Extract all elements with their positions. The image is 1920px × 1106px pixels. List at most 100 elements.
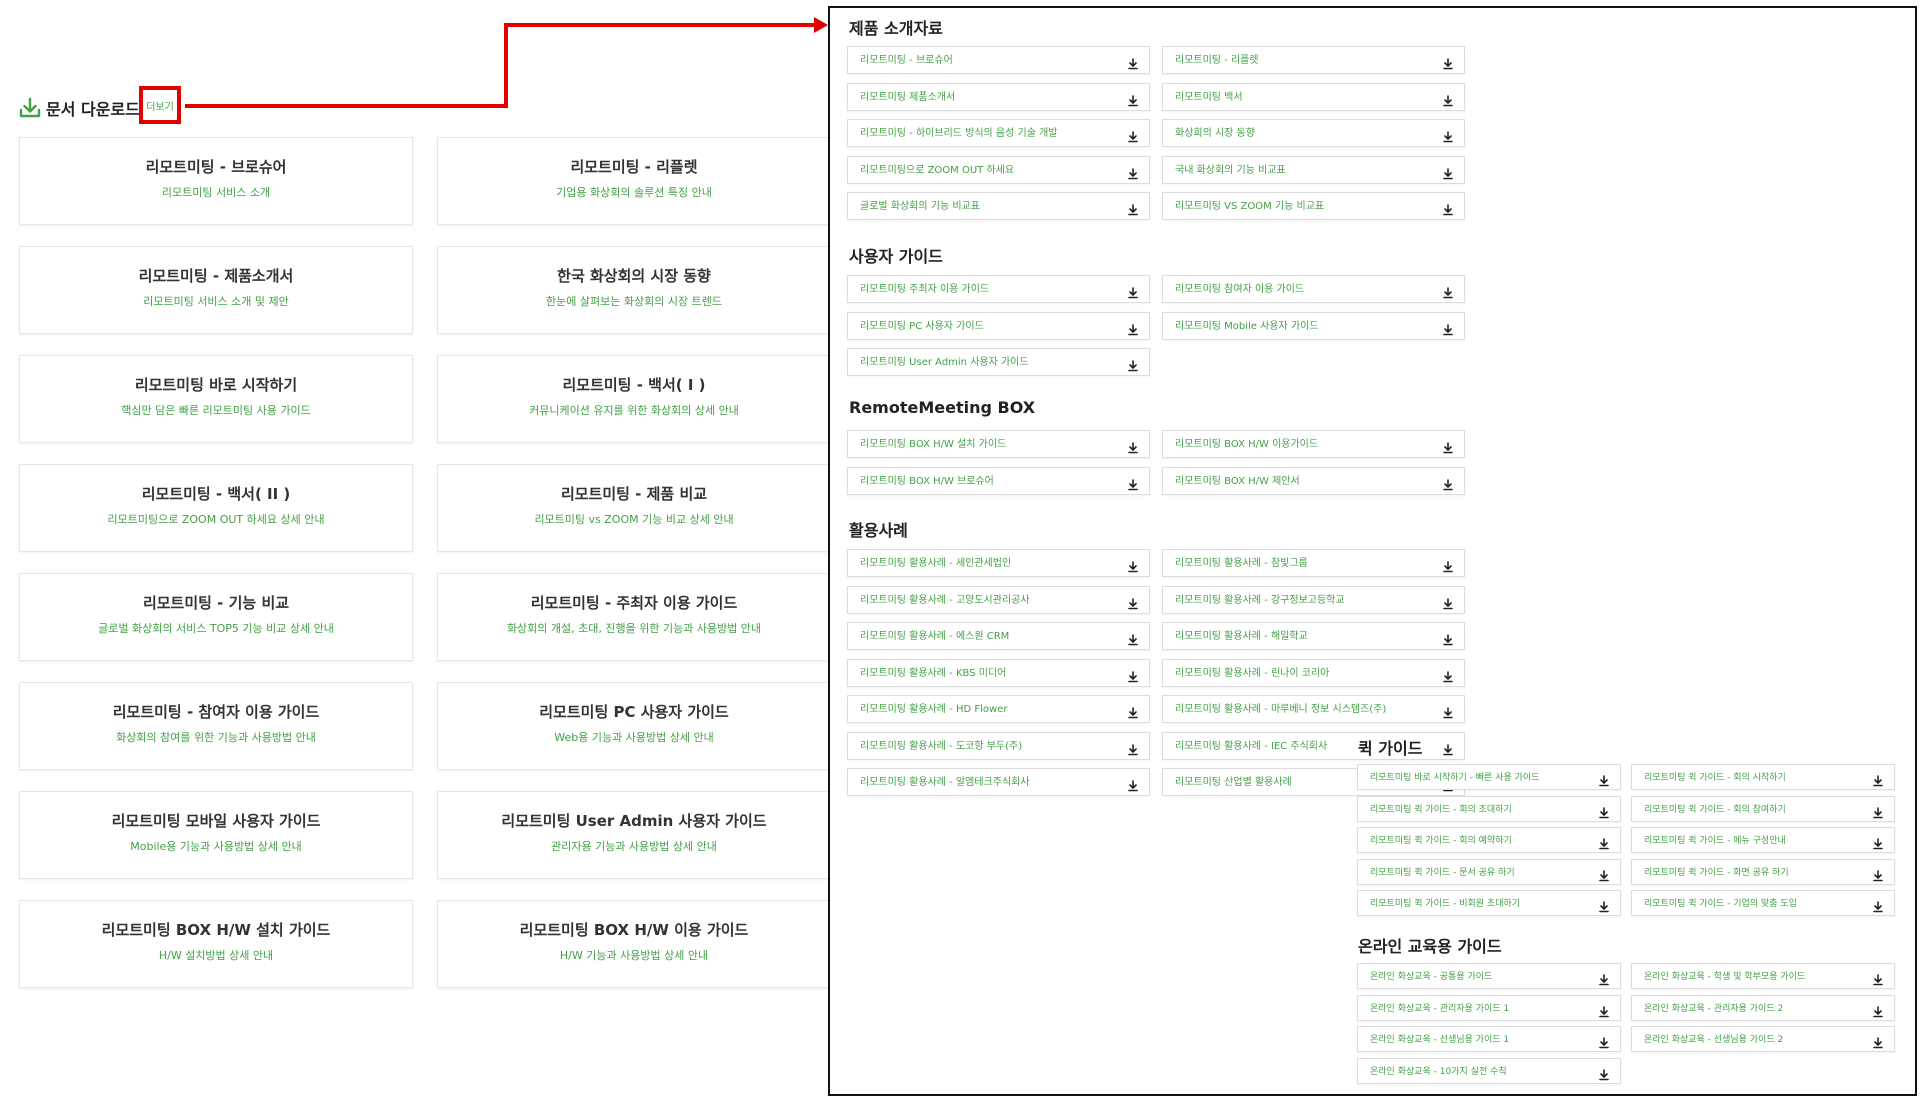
download-icon[interactable] bbox=[1442, 704, 1454, 719]
download-icon[interactable] bbox=[1872, 971, 1884, 986]
download-item[interactable]: 리모트미팅 User Admin 사용자 가이드 bbox=[847, 348, 1150, 376]
download-icon[interactable] bbox=[1442, 321, 1454, 335]
download-icon[interactable] bbox=[1872, 835, 1884, 850]
download-icon[interactable] bbox=[1598, 1003, 1610, 1017]
download-item[interactable]: 리모트미팅 Mobile 사용자 가이드 bbox=[1162, 311, 1465, 340]
download-icon[interactable] bbox=[1442, 165, 1454, 179]
download-item[interactable]: 리모트미팅 활용사례 - 해밀학교 bbox=[1162, 622, 1465, 650]
download-item[interactable]: 온라인 화상교육 - 10가지 실전 수칙 bbox=[1357, 1057, 1621, 1084]
download-icon[interactable] bbox=[1598, 1034, 1610, 1049]
download-icon[interactable] bbox=[1442, 668, 1454, 682]
download-icon[interactable] bbox=[1127, 165, 1139, 179]
download-icon[interactable] bbox=[1127, 558, 1139, 573]
download-icon[interactable] bbox=[1127, 595, 1139, 609]
download-item[interactable]: 리모트미팅 활용사례 - 강구정보고등학교 bbox=[1162, 585, 1465, 614]
download-item[interactable]: 리모트미팅 BOX H/W 제안서 bbox=[1162, 466, 1465, 495]
download-icon[interactable] bbox=[1442, 128, 1454, 143]
download-item[interactable]: 리모트미팅 - 리플렛 bbox=[1162, 46, 1465, 74]
download-item[interactable]: 리모트미팅 활용사례 - HD Flower bbox=[847, 695, 1150, 723]
download-item[interactable]: 리모트미팅 퀵 가이드 - 회의 예약하기 bbox=[1357, 827, 1621, 853]
download-item[interactable]: 온라인 화상교육 - 선생님용 가이드 2 bbox=[1631, 1026, 1895, 1052]
download-item[interactable]: 온라인 화상교육 - 관리자용 가이드 2 bbox=[1631, 994, 1895, 1021]
download-icon[interactable] bbox=[1442, 558, 1454, 573]
download-icon[interactable] bbox=[1127, 55, 1139, 70]
download-icon[interactable] bbox=[1442, 741, 1454, 755]
download-item[interactable]: 리모트미팅 활용사례 - 마루베니 정보 시스템즈(주) bbox=[1162, 695, 1465, 723]
download-icon[interactable] bbox=[1442, 92, 1454, 106]
download-item[interactable]: 글로벌 화상회의 기능 비교표 bbox=[847, 192, 1150, 220]
download-item[interactable]: 리모트미팅 활용사례 - 참빛그룹 bbox=[1162, 549, 1465, 577]
download-item[interactable]: 리모트미팅 퀵 가이드 - 문서 공유 하기 bbox=[1357, 858, 1621, 885]
download-item[interactable]: 리모트미팅 PC 사용자 가이드 bbox=[847, 311, 1150, 340]
download-item[interactable]: 리모트미팅 활용사례 - 고양도시관리공사 bbox=[847, 585, 1150, 614]
download-item[interactable]: 온라인 화상교육 - 선생님용 가이드 1 bbox=[1357, 1026, 1621, 1052]
download-item[interactable]: 리모트미팅 제품소개서 bbox=[847, 82, 1150, 111]
download-icon[interactable] bbox=[1127, 439, 1139, 454]
download-item[interactable]: 리모트미팅 - 브로슈어 bbox=[847, 46, 1150, 74]
download-icon[interactable] bbox=[1127, 321, 1139, 335]
download-icon[interactable] bbox=[1127, 741, 1139, 755]
download-icon[interactable] bbox=[1127, 284, 1139, 299]
download-icon[interactable] bbox=[1127, 777, 1139, 792]
download-icon[interactable] bbox=[1598, 835, 1610, 850]
download-icon[interactable] bbox=[1127, 668, 1139, 682]
download-icon[interactable] bbox=[1872, 1003, 1884, 1017]
download-item-label: 리모트미팅 활용사례 - 도코항 부두(주) bbox=[860, 740, 1023, 752]
download-icon[interactable] bbox=[1442, 631, 1454, 646]
download-icon[interactable] bbox=[1872, 898, 1884, 913]
download-item[interactable]: 리모트미팅 퀵 가이드 - 기업의 맞춤 도입 bbox=[1631, 890, 1895, 916]
download-item[interactable]: 리모트미팅 BOX H/W 설치 가이드 bbox=[847, 430, 1150, 458]
download-item[interactable]: 리모트미팅 퀵 가이드 - 메뉴 구성안내 bbox=[1631, 827, 1895, 853]
download-icon[interactable] bbox=[1442, 595, 1454, 609]
download-icon[interactable] bbox=[1127, 704, 1139, 719]
download-icon[interactable] bbox=[1872, 1034, 1884, 1049]
download-item[interactable]: 리모트미팅 - 하이브리드 방식의 음성 기술 개발 bbox=[847, 119, 1150, 147]
download-item[interactable]: 리모트미팅 백서 bbox=[1162, 82, 1465, 111]
download-item[interactable]: 리모트미팅 활용사례 - 에스원 CRM bbox=[847, 622, 1150, 650]
download-item[interactable]: 리모트미팅 활용사례 - 린나이 코리아 bbox=[1162, 658, 1465, 687]
download-item[interactable]: 리모트미팅 BOX H/W 브로슈어 bbox=[847, 466, 1150, 495]
download-item[interactable]: 리모트미팅 퀵 가이드 - 화면 공유 하기 bbox=[1631, 858, 1895, 885]
download-item[interactable]: 리모트미팅 참여자 이용 가이드 bbox=[1162, 275, 1465, 303]
download-item[interactable]: 화상회의 시장 동향 bbox=[1162, 119, 1465, 147]
download-icon[interactable] bbox=[1442, 201, 1454, 216]
download-icon[interactable] bbox=[1127, 631, 1139, 646]
download-icon[interactable] bbox=[1872, 867, 1884, 881]
download-icon[interactable] bbox=[1872, 804, 1884, 818]
download-icon[interactable] bbox=[1442, 284, 1454, 299]
download-icon[interactable] bbox=[1442, 439, 1454, 454]
download-icon[interactable] bbox=[1442, 476, 1454, 490]
download-icon[interactable] bbox=[1872, 772, 1884, 787]
download-item[interactable]: 리모트미팅 주최자 이용 가이드 bbox=[847, 275, 1150, 303]
download-item[interactable]: 리모트미팅 퀵 가이드 - 회의 참여하기 bbox=[1631, 795, 1895, 822]
download-item[interactable]: 리모트미팅 퀵 가이드 - 회의 시작하기 bbox=[1631, 764, 1895, 790]
download-icon[interactable] bbox=[1598, 971, 1610, 986]
download-item[interactable]: 리모트미팅 활용사례 - 세인관세법인 bbox=[847, 549, 1150, 577]
download-icon[interactable] bbox=[1598, 898, 1610, 913]
download-icon[interactable] bbox=[1598, 1066, 1610, 1080]
download-icon[interactable] bbox=[1598, 772, 1610, 787]
download-item[interactable]: 리모트미팅 활용사례 - KBS 미디어 bbox=[847, 658, 1150, 687]
download-item[interactable]: 리모트미팅 BOX H/W 이용가이드 bbox=[1162, 430, 1465, 458]
download-item-label: 리모트미팅 - 하이브리드 방식의 음성 기술 개발 bbox=[860, 128, 1058, 139]
download-item[interactable]: 국내 화상회의 기능 비교표 bbox=[1162, 155, 1465, 184]
download-icon[interactable] bbox=[1127, 128, 1139, 143]
download-item[interactable]: 리모트미팅 퀵 가이드 - 비회원 초대하기 bbox=[1357, 890, 1621, 916]
download-item[interactable]: 온라인 화상교육 - 공통용 가이드 bbox=[1357, 963, 1621, 989]
download-item-label: 리모트미팅 PC 사용자 가이드 bbox=[860, 320, 984, 332]
download-item[interactable]: 리모트미팅 활용사례 - 도코항 부두(주) bbox=[847, 731, 1150, 760]
download-item[interactable]: 온라인 화상교육 - 관리자용 가이드 1 bbox=[1357, 994, 1621, 1021]
download-item[interactable]: 온라인 화상교육 - 학생 및 학부모용 가이드 bbox=[1631, 963, 1895, 989]
download-item[interactable]: 리모트미팅 활용사례 - 알엠테크주식회사 bbox=[847, 768, 1150, 796]
download-item[interactable]: 리모트미팅으로 ZOOM OUT 하세요 bbox=[847, 155, 1150, 184]
download-item[interactable]: 리모트미팅 퀵 가이드 - 회의 초대하기 bbox=[1357, 795, 1621, 822]
download-icon[interactable] bbox=[1127, 476, 1139, 490]
download-icon[interactable] bbox=[1442, 55, 1454, 70]
download-item[interactable]: 리모트미팅 VS ZOOM 기능 비교표 bbox=[1162, 192, 1465, 220]
download-icon[interactable] bbox=[1127, 92, 1139, 106]
download-icon[interactable] bbox=[1127, 201, 1139, 216]
download-icon[interactable] bbox=[1598, 867, 1610, 881]
download-icon[interactable] bbox=[1127, 357, 1139, 372]
download-icon[interactable] bbox=[1598, 804, 1610, 818]
download-item[interactable]: 리모트미팅 바로 시작하기 - 빠른 사용 가이드 bbox=[1357, 764, 1621, 790]
